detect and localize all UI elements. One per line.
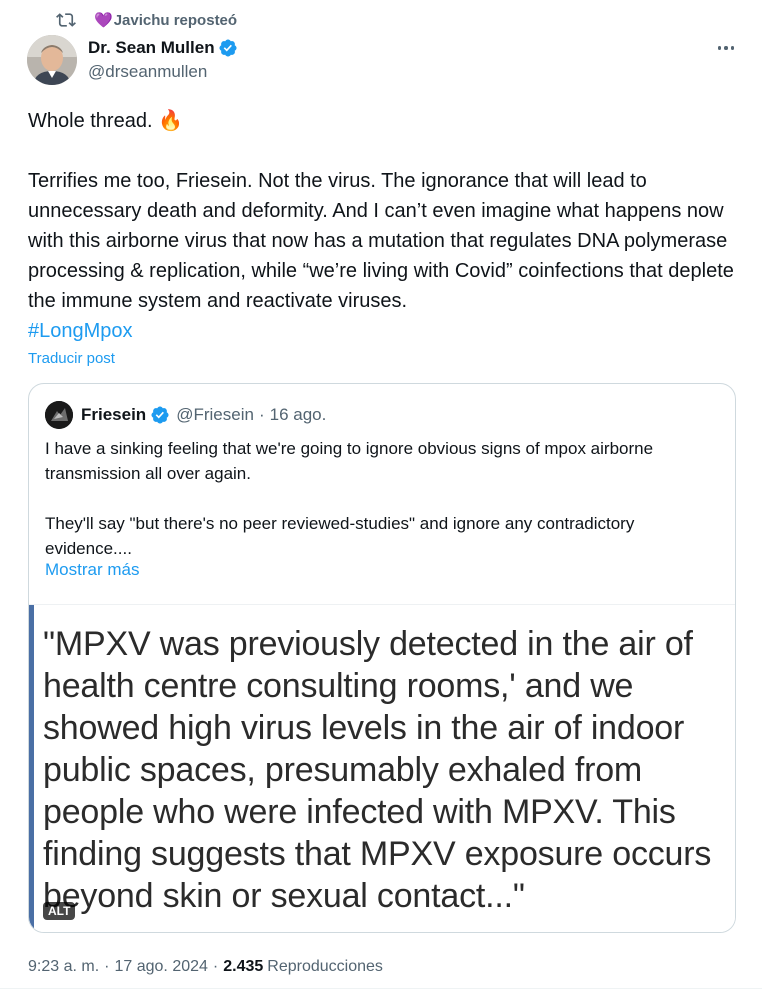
- quote-date[interactable]: 16 ago.: [270, 405, 327, 425]
- author-handle[interactable]: @drseanmullen: [88, 62, 238, 82]
- author-name[interactable]: Dr. Sean Mullen: [88, 38, 215, 58]
- more-icon-dot: [730, 46, 735, 50]
- quote-separator: ·: [258, 405, 265, 424]
- quote-header: Friesein @Friesein · 16 ago.: [45, 400, 326, 430]
- divider: [0, 988, 762, 989]
- more-icon-dot: [724, 46, 728, 50]
- quote-image[interactable]: "MPXV was previously detected in the air…: [29, 604, 735, 932]
- repost-icon: [56, 10, 76, 30]
- more-icon: [717, 46, 722, 50]
- tweet-footer: 9:23 a. m. · 17 ago. 2024 · 2.435 Reprod…: [28, 958, 383, 976]
- views-count: 2.435: [223, 958, 264, 975]
- quote-avatar[interactable]: [45, 401, 73, 429]
- tweet-date[interactable]: 17 ago. 2024: [114, 958, 207, 976]
- quote-text: I have a sinking feeling that we're goin…: [45, 439, 654, 558]
- quote-author-handle[interactable]: @Friesein: [176, 405, 254, 425]
- hashtag-link[interactable]: #LongMpox: [28, 320, 133, 342]
- more-options-button[interactable]: [714, 38, 738, 58]
- verified-badge-icon[interactable]: [218, 38, 238, 58]
- views-label: Reproducciones: [267, 958, 383, 975]
- quoted-tweet[interactable]: Friesein @Friesein · 16 ago. I have a si…: [28, 383, 736, 933]
- alt-badge[interactable]: ALT: [43, 902, 76, 920]
- tweet-body: Whole thread. 🔥 Terrifies me too, Friese…: [28, 110, 734, 312]
- verified-badge-icon: [150, 405, 170, 425]
- repost-indicator[interactable]: 💜 Javichu reposteó: [56, 10, 237, 30]
- purple-heart-icon: 💜: [94, 12, 113, 29]
- quote-image-text: "MPXV was previously detected in the air…: [43, 625, 721, 915]
- quote-image-accent-bar: [29, 605, 34, 932]
- separator: ·: [104, 958, 110, 975]
- show-more-link[interactable]: Mostrar más: [45, 560, 139, 580]
- author-avatar[interactable]: [27, 35, 77, 85]
- tweet-time[interactable]: 9:23 a. m.: [28, 958, 99, 976]
- translate-post-link[interactable]: Traducir post: [28, 350, 115, 367]
- author-block[interactable]: Dr. Sean Mullen @drseanmullen: [88, 37, 238, 82]
- separator: ·: [212, 958, 219, 975]
- tweet-text: Whole thread. 🔥 Terrifies me too, Friese…: [28, 106, 738, 346]
- repost-label: Javichu reposteó: [113, 11, 238, 29]
- quote-author-name[interactable]: Friesein: [81, 405, 146, 425]
